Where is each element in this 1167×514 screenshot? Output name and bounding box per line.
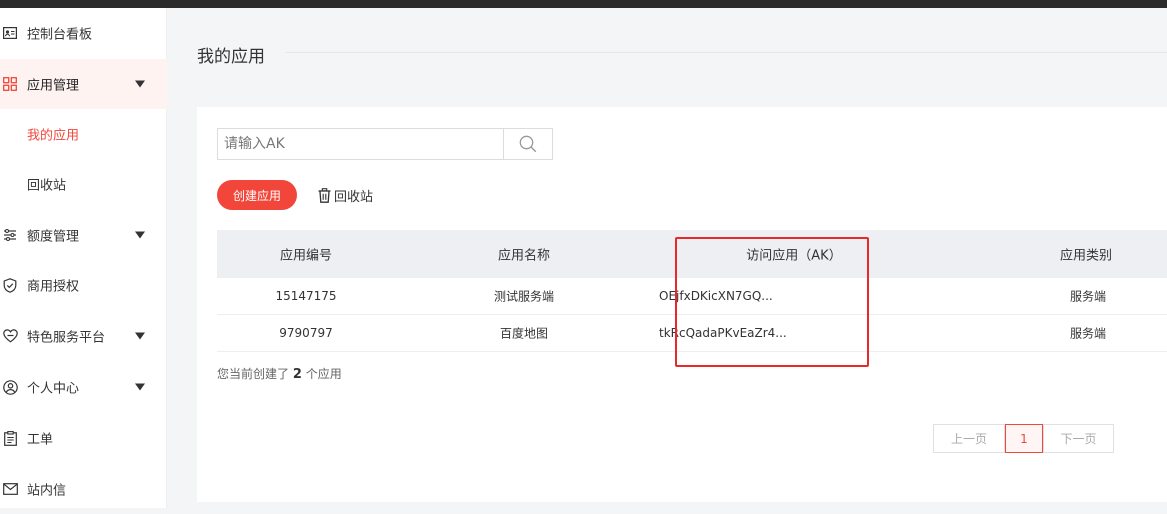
cell-app-name: 测试服务端 [493,289,555,304]
sidebar-item-messages[interactable]: 站内信 [0,464,167,514]
top-bar [0,0,1167,8]
page-title: 我的应用 [197,47,265,67]
sidebar-item-label: 商用授权 [27,279,80,295]
cell-ak: OEjfxDKicXN7GQ... [659,289,773,303]
cell-app-type: 服务端 [1069,326,1107,341]
sidebar-item-tickets[interactable]: 工单 [0,413,167,463]
column-header-app-id: 应用编号 [279,248,333,264]
sidebar-item-personal-center[interactable]: 个人中心 [0,362,167,412]
summary-suffix: 个应用 [305,367,342,381]
sidebar-item-dashboard[interactable]: 控制台看板 [0,8,167,58]
search-input[interactable] [218,129,504,159]
grid-icon [2,76,18,92]
sidebar-item-app-management[interactable]: 应用管理 [0,59,167,109]
sidebar-item-label: 我的应用 [27,128,80,144]
sidebar-item-quota[interactable]: 额度管理 [0,210,167,260]
search-button[interactable] [503,129,552,159]
column-header-app-name: 应用名称 [497,248,551,264]
cell-app-id: 9790797 [279,326,333,340]
cell-ak: tkRcQadaPKvEaZr4... [659,326,787,340]
table-header: 应用编号 应用名称 访问应用（AK） 应用类别 [217,230,1167,278]
sidebar-item-recycle-bin[interactable]: 回收站 [0,159,167,209]
cell-app-type: 服务端 [1069,289,1107,304]
sidebar-item-label: 应用管理 [27,78,80,94]
sidebar-item-label: 回收站 [27,178,67,194]
cell-app-id: 15147175 [275,289,337,303]
sidebar-item-my-apps[interactable]: 我的应用 [0,109,167,159]
recycle-bin-link[interactable]: 回收站 [318,185,373,205]
table-row: 15147175 测试服务端 OEjfxDKicXN7GQ... 服务端 [217,278,1167,315]
sidebar-item-commercial-license[interactable]: 商用授权 [0,260,167,310]
search-box [217,128,553,160]
heart-icon [2,328,18,344]
app-count-summary: 您当前创建了 2 个应用 [217,365,342,382]
sidebar-item-label: 个人中心 [27,381,80,397]
column-header-app-type: 应用类别 [1059,248,1113,264]
summary-count: 2 [292,367,302,382]
sidebar-item-label: 工单 [27,432,54,448]
page-1-button[interactable]: 1 [1005,424,1043,453]
create-app-button[interactable]: 创建应用 [217,180,297,210]
sliders-icon [2,227,18,243]
clipboard-icon [2,430,18,446]
summary-prefix: 您当前创建了 [217,367,290,381]
recycle-bin-label: 回收站 [334,189,374,205]
caret-down-icon [135,80,145,88]
user-circle-icon [2,379,18,395]
caret-down-icon [135,332,145,340]
title-divider [286,52,1167,53]
prev-page-button[interactable]: 上一页 [933,424,1005,453]
caret-down-icon [135,383,145,391]
sidebar-item-label: 特色服务平台 [27,330,106,346]
table-row: 9790797 百度地图 tkRcQadaPKvEaZr4... 服务端 [217,315,1167,352]
sidebar-item-label: 站内信 [27,483,67,499]
next-page-button[interactable]: 下一页 [1043,424,1114,453]
id-card-icon [2,25,18,41]
sidebar-item-label: 额度管理 [27,229,80,245]
sidebar-item-featured-services[interactable]: 特色服务平台 [0,311,167,361]
sidebar-item-label: 控制台看板 [27,27,93,43]
search-icon [519,135,537,153]
mail-icon [2,481,18,497]
sidebar: 控制台看板 应用管理 我的应用 回收站 额度管理 商用授权 特色服务平台 个人中… [0,8,167,508]
shield-check-icon [2,277,18,293]
column-header-ak: 访问应用（AK） [746,248,842,264]
cell-app-name: 百度地图 [499,326,549,341]
trash-icon [318,187,331,203]
caret-down-icon [135,231,145,239]
